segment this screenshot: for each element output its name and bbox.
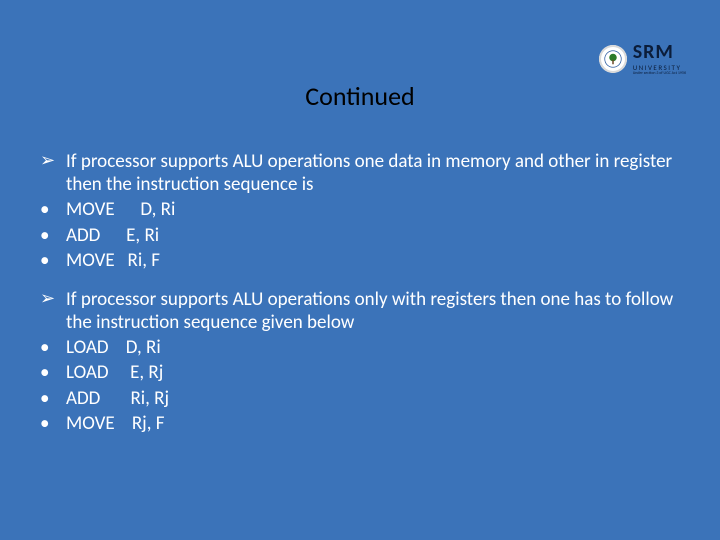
list-item: ➢ If processor supports ALU operations o…: [40, 150, 680, 196]
list-item: • ADD Ri, Rj: [40, 387, 680, 410]
list-item: ➢ If processor supports ALU operations o…: [40, 288, 680, 334]
logo-text: SRM UNIVERSITY Under section 3 of UGC Ac…: [633, 42, 686, 76]
list-item: • ADD E, Ri: [40, 224, 680, 247]
srm-logo: SRM UNIVERSITY Under section 3 of UGC Ac…: [599, 42, 686, 76]
dot-bullet-icon: •: [40, 224, 66, 247]
instruction-line: MOVE Rj, F: [66, 412, 680, 435]
list-item: • MOVE D, Ri: [40, 198, 680, 221]
tree-icon: [604, 50, 622, 68]
logo-sub: UNIVERSITY: [633, 64, 686, 71]
dot-bullet-icon: •: [40, 412, 66, 435]
arrow-bullet-icon: ➢: [40, 150, 66, 196]
list-item: • MOVE Ri, F: [40, 249, 680, 272]
slide-title: Continued: [0, 80, 720, 112]
dot-bullet-icon: •: [40, 336, 66, 359]
dot-bullet-icon: •: [40, 198, 66, 221]
logo-badge-icon: [599, 45, 627, 73]
instruction-line: ADD E, Ri: [66, 224, 680, 247]
slide-body: ➢ If processor supports ALU operations o…: [40, 150, 680, 437]
logo-tag: Under section 3 of UGC Act 1956: [633, 72, 686, 76]
section2-lead: If processor supports ALU operations onl…: [66, 288, 680, 334]
instruction-line: MOVE D, Ri: [66, 198, 680, 221]
dot-bullet-icon: •: [40, 361, 66, 384]
section1-lead: If processor supports ALU operations one…: [66, 150, 680, 196]
dot-bullet-icon: •: [40, 249, 66, 272]
spacer: [40, 274, 680, 288]
slide: SRM UNIVERSITY Under section 3 of UGC Ac…: [0, 0, 720, 540]
list-item: • MOVE Rj, F: [40, 412, 680, 435]
dot-bullet-icon: •: [40, 387, 66, 410]
instruction-line: MOVE Ri, F: [66, 249, 680, 272]
instruction-line: LOAD D, Ri: [66, 336, 680, 359]
list-item: • LOAD E, Rj: [40, 361, 680, 384]
instruction-line: LOAD E, Rj: [66, 361, 680, 384]
logo-name: SRM: [633, 42, 686, 62]
instruction-line: ADD Ri, Rj: [66, 387, 680, 410]
arrow-bullet-icon: ➢: [40, 288, 66, 334]
list-item: • LOAD D, Ri: [40, 336, 680, 359]
